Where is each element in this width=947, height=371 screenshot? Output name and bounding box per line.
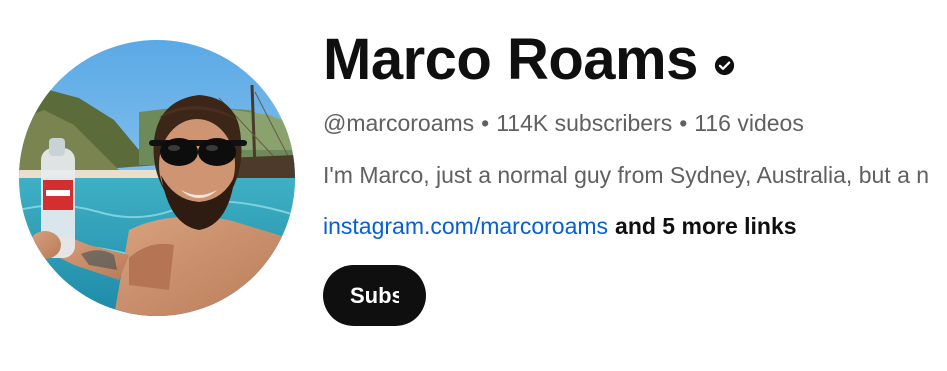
more-links-button[interactable]: and 5 more links xyxy=(615,213,797,239)
channel-name: Marco Roams xyxy=(323,27,698,92)
instagram-link[interactable]: instagram.com/marcoroams xyxy=(323,213,608,239)
subscribe-button[interactable]: Subscribe xyxy=(323,265,426,326)
meta-separator: • xyxy=(481,110,490,136)
video-count: 116 videos xyxy=(694,110,804,136)
avatar-photo xyxy=(19,40,295,316)
channel-title-row: Marco Roams xyxy=(323,22,735,98)
channel-avatar[interactable] xyxy=(19,40,295,316)
channel-links: instagram.com/marcoroams and 5 more links xyxy=(323,211,797,241)
subscriber-count: 114K subscribers xyxy=(496,110,673,136)
verified-check-icon[interactable] xyxy=(714,55,735,76)
channel-header: Marco Roams @marcoroams • 114K subscribers… xyxy=(0,0,947,371)
channel-info: Marco Roams @marcoroams • 114K subscribers… xyxy=(323,0,947,371)
meta-separator: • xyxy=(679,110,688,136)
channel-description[interactable]: I'm Marco, just a normal guy from Sydney… xyxy=(323,160,947,190)
subscribe-label: Subscribe xyxy=(350,282,399,308)
channel-handle: @marcoroams xyxy=(323,110,475,136)
channel-meta: @marcoroams • 114K subscribers • 116 videos xyxy=(323,108,804,138)
